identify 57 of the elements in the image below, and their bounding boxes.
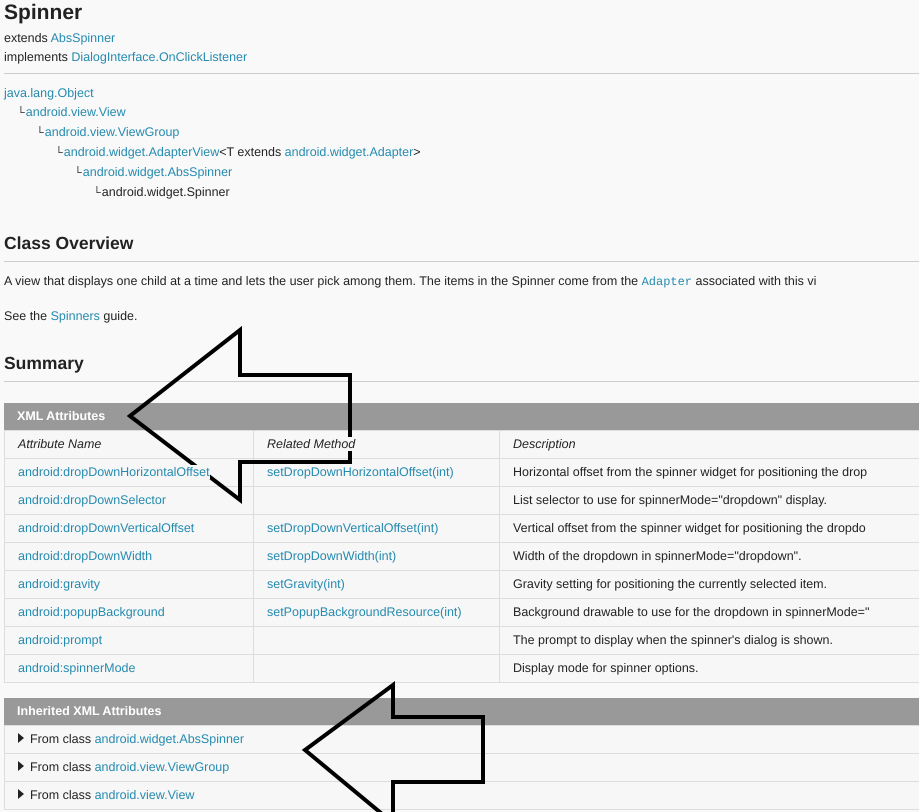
column-header: Description (513, 437, 576, 451)
from-class-label: From class (30, 760, 92, 774)
column-header: Related Method (267, 437, 356, 451)
attribute-link[interactable]: android:popupBackground (18, 605, 165, 619)
method-link[interactable]: setDropDownHorizontalOffset(int) (267, 465, 454, 479)
attribute-link[interactable]: android:dropDownWidth (18, 549, 152, 563)
page-title: Spinner (4, 0, 84, 26)
method-link[interactable]: setDropDownWidth(int) (267, 549, 396, 563)
attribute-link[interactable]: android:gravity (18, 577, 100, 591)
class-name: android.widget.Spinner (102, 185, 230, 199)
class-link[interactable]: java.lang.Object (4, 86, 94, 100)
branch-mark: └ (36, 127, 44, 139)
method-link[interactable]: setDropDownVerticalOffset(int) (267, 521, 438, 535)
overview-paragraph: A view that displays one child at a time and lets the user pick among them. The items in the Spinner come from the Adapter associated with this vi (4, 273, 818, 291)
class-link[interactable]: DialogInterface.OnClickListener (71, 50, 248, 64)
class-link[interactable]: AbsSpinner (50, 31, 116, 45)
section-heading: Class Overview (4, 232, 134, 255)
extends-line: extends AbsSpinner (4, 30, 116, 47)
description-text: Gravity setting for positioning the currently selected item. (513, 577, 828, 591)
branch-mark: └ (93, 187, 101, 199)
description-text: Width of the dropdown in spinnerMode="dropdown". (513, 549, 802, 563)
from-class-label: From class (30, 732, 92, 746)
class-link[interactable]: android.view.View (94, 788, 194, 802)
description-text: List selector to use for spinnerMode="dropdown" display. (513, 493, 828, 507)
class-link[interactable]: android.widget.Adapter (284, 145, 414, 159)
class-link[interactable]: android.widget.AbsSpinner (82, 165, 232, 179)
branch-mark: └ (17, 107, 25, 119)
class-link[interactable]: android.widget.AdapterView (64, 145, 220, 159)
description-text: The prompt to display when the spinner's dialog is shown. (513, 633, 833, 647)
attribute-link[interactable]: android:dropDownVerticalOffset (18, 521, 194, 535)
expander-icon[interactable] (18, 733, 24, 743)
class-link[interactable]: Spinners (50, 309, 100, 323)
section-heading: Summary (4, 352, 85, 375)
class-link[interactable]: android.view.ViewGroup (44, 125, 180, 139)
class-link[interactable]: android.view.ViewGroup (94, 760, 230, 774)
branch-mark: └ (74, 167, 82, 179)
attribute-link[interactable]: android:dropDownHorizontalOffset (18, 465, 210, 479)
attribute-link[interactable]: android:prompt (18, 633, 102, 647)
method-link[interactable]: setPopupBackgroundResource(int) (267, 605, 462, 619)
description-text: Horizontal offset from the spinner widget for positioning the drop (513, 465, 868, 479)
description-text: Vertical offset from the spinner widget for positioning the dropdo (513, 521, 866, 535)
hierarchy-entry: android.widget.AdapterView<T extends android.widget.Adapter> (64, 145, 421, 159)
description-text: Background drawable to use for the dropdown in spinnerMode=" (513, 605, 870, 619)
method-link[interactable]: setGravity(int) (267, 577, 345, 591)
class-link[interactable]: android.widget.AbsSpinner (94, 732, 244, 746)
implements-line: implements DialogInterface.OnClickListener (4, 49, 248, 66)
branch-mark: └ (55, 147, 63, 159)
attribute-link[interactable]: android:dropDownSelector (18, 493, 166, 507)
column-header: Attribute Name (18, 437, 102, 451)
attribute-link[interactable]: android:spinnerMode (18, 661, 136, 675)
expander-icon[interactable] (18, 789, 24, 799)
guide-sentence: See the Spinners guide. (4, 308, 138, 325)
class-link[interactable]: android.view.View (26, 105, 126, 119)
expander-icon[interactable] (18, 761, 24, 771)
from-class-label: From class (30, 788, 92, 802)
description-text: Display mode for spinner options. (513, 661, 699, 675)
code-link[interactable]: Adapter (642, 275, 692, 289)
